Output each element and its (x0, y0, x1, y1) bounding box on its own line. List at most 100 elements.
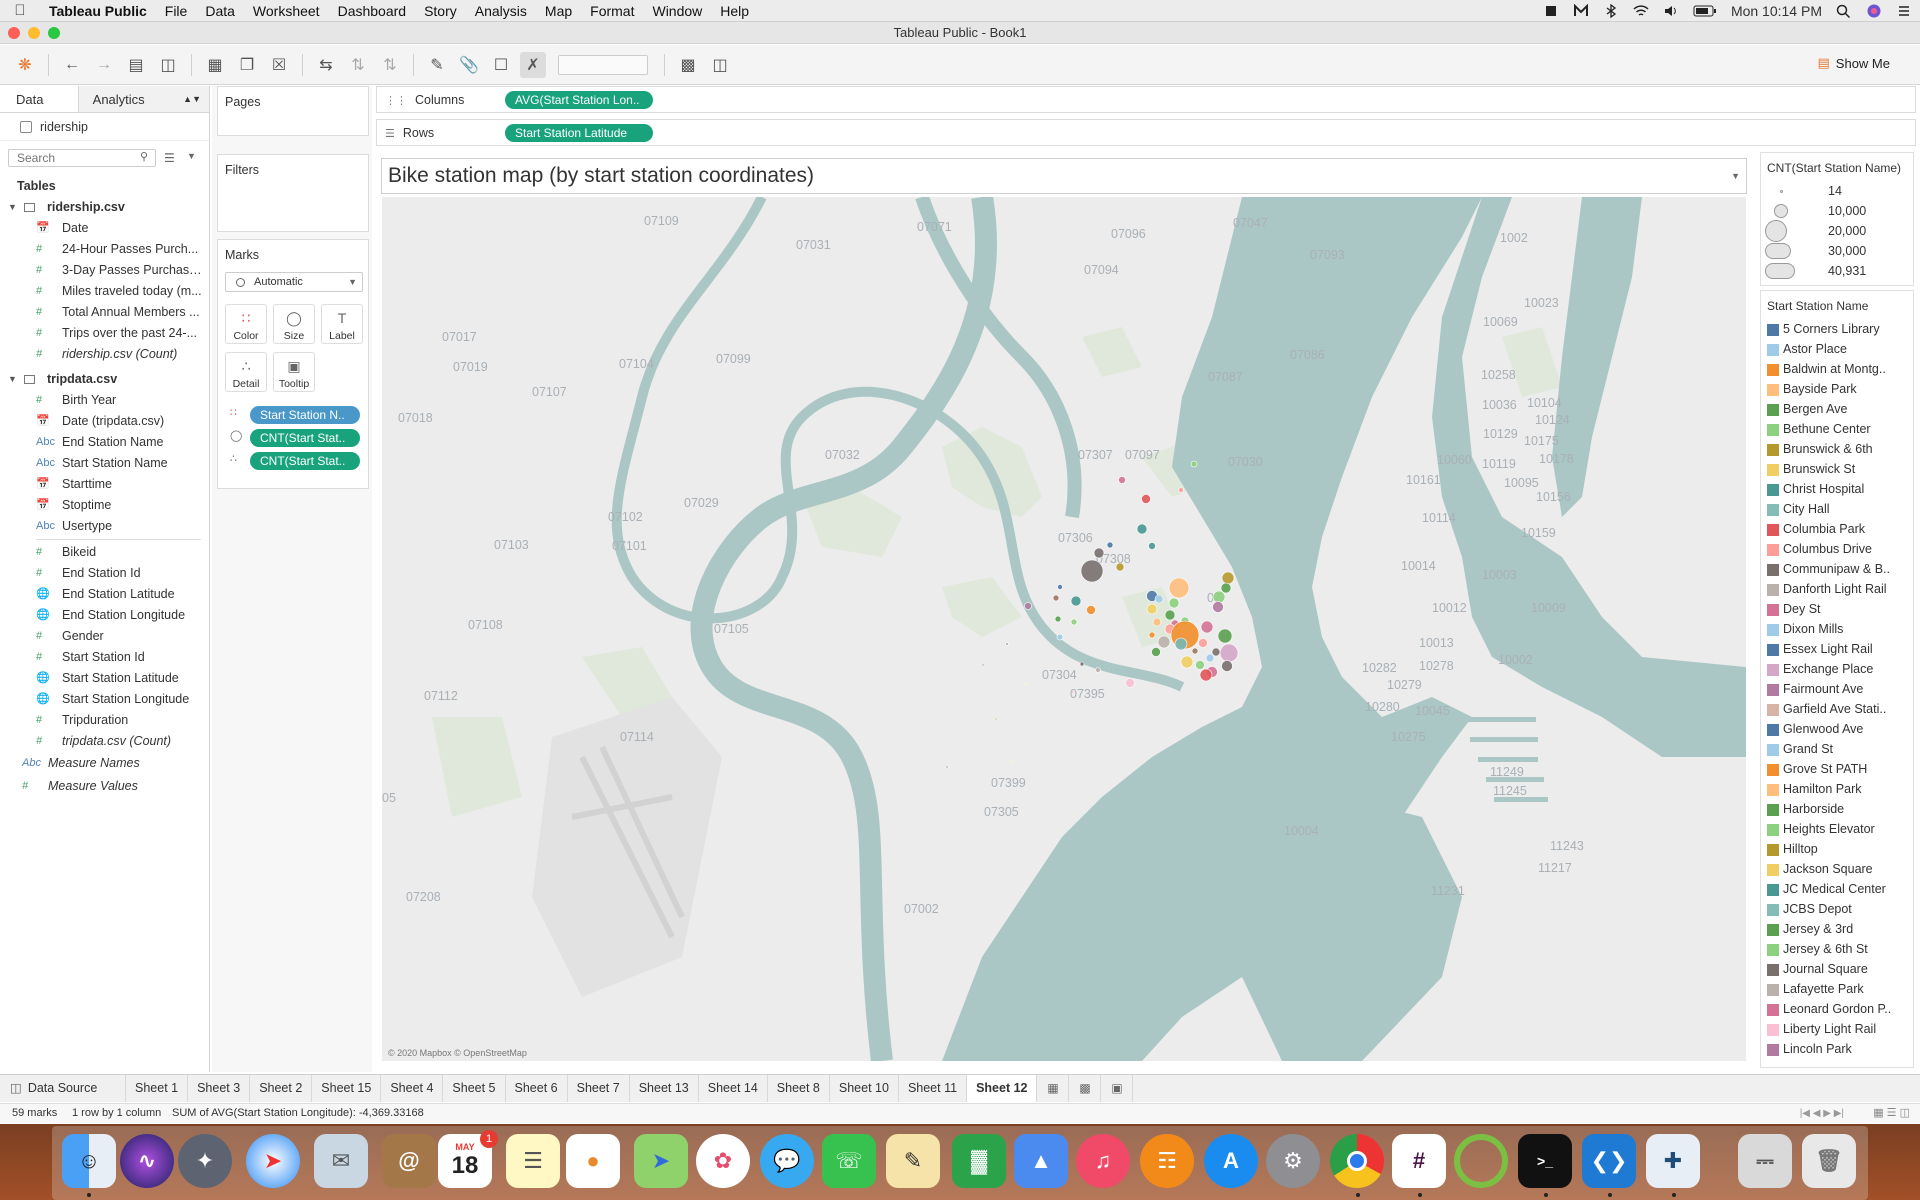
highlight-icon[interactable]: ✎ (424, 52, 450, 78)
field-item[interactable]: # Bikeid (0, 542, 205, 563)
pages-icon[interactable]: ✎ (886, 1134, 940, 1188)
station-mark[interactable] (1221, 660, 1233, 672)
messages-icon[interactable]: 💬 (760, 1134, 814, 1188)
numbers-icon[interactable]: ▓ (952, 1134, 1006, 1188)
size-button[interactable]: ◯ Size (273, 304, 315, 344)
size-pill[interactable]: CNT(Start Stat.. (250, 429, 360, 447)
color-legend-item[interactable]: Grand St (1761, 739, 1913, 759)
color-legend-item[interactable]: Dixon Mills (1761, 619, 1913, 639)
size-legend-item[interactable]: 14 (1761, 181, 1913, 201)
color-legend-item[interactable]: Dey St (1761, 599, 1913, 619)
pages-shelf[interactable]: Pages (217, 86, 369, 136)
color-legend-item[interactable]: Jersey & 3rd (1761, 919, 1913, 939)
station-mark[interactable] (1195, 660, 1205, 670)
color-legend-item[interactable]: Lafayette Park (1761, 979, 1913, 999)
reminders-icon[interactable]: ● (566, 1134, 620, 1188)
station-mark[interactable] (1157, 635, 1171, 649)
rows-shelf[interactable]: ☰ Rows Start Station Latitude (376, 119, 1916, 146)
sheet-tab[interactable]: Sheet 12 (967, 1075, 1038, 1102)
color-legend-item[interactable]: Columbus Drive (1761, 539, 1913, 559)
new-worksheet-icon[interactable]: ▦ (202, 52, 228, 78)
size-legend-item[interactable]: 10,000 (1761, 201, 1913, 221)
size-legend-item[interactable]: 20,000 (1761, 220, 1913, 242)
sheet-tab[interactable]: Sheet 1 (126, 1075, 189, 1102)
sort-ascending-icon[interactable]: ⇅ (345, 52, 371, 78)
status-app-icon[interactable] (1543, 4, 1559, 18)
terminal-icon[interactable]: >_ (1518, 1134, 1572, 1188)
wifi-icon[interactable] (1633, 4, 1649, 18)
station-mark[interactable] (1220, 582, 1232, 594)
field-item[interactable]: 📅 Stoptime (0, 495, 205, 516)
detail-pill[interactable]: CNT(Start Stat.. (250, 452, 360, 470)
menu-worksheet[interactable]: Worksheet (244, 3, 329, 19)
fix-axes-icon[interactable]: ✗ (520, 51, 546, 78)
field-item[interactable]: # tripdata.csv (Count) (0, 731, 205, 752)
color-legend-item[interactable]: JC Medical Center (1761, 879, 1913, 899)
sheet-tab[interactable]: Sheet 4 (381, 1075, 444, 1102)
station-mark[interactable] (1219, 643, 1239, 663)
color-legend-item[interactable]: Exchange Place (1761, 659, 1913, 679)
station-mark[interactable] (1054, 615, 1062, 623)
table-header[interactable]: ▼ tripdata.csv (0, 369, 209, 390)
color-legend-item[interactable]: Hilltop (1761, 839, 1913, 859)
tab-analytics[interactable]: Analytics ▲▼ (77, 86, 209, 113)
station-mark[interactable] (1095, 667, 1101, 673)
siri-icon[interactable] (1866, 4, 1882, 18)
color-legend-item[interactable]: Grove St PATH (1761, 759, 1913, 779)
battery-icon[interactable] (1693, 4, 1717, 18)
field-item[interactable]: # Tripduration (0, 710, 205, 731)
field-item[interactable]: # Birth Year (0, 390, 205, 411)
station-mark[interactable] (994, 717, 998, 721)
color-legend-item[interactable]: Christ Hospital (1761, 479, 1913, 499)
filters-shelf[interactable]: Filters (217, 154, 369, 232)
vscode-icon[interactable]: ❮❯ (1582, 1134, 1636, 1188)
station-mark[interactable] (1141, 494, 1151, 504)
sheet-title[interactable]: Bike station map (by start station coord… (381, 158, 1747, 194)
station-mark[interactable] (1070, 618, 1078, 626)
color-legend-item[interactable]: Bayside Park (1761, 379, 1913, 399)
station-mark[interactable] (1205, 653, 1215, 663)
sort-dropdown-icon[interactable]: ▼ (187, 151, 196, 161)
color-legend-item[interactable]: Garfield Ave Stati.. (1761, 699, 1913, 719)
sheet-tab[interactable]: Sheet 5 (443, 1075, 506, 1102)
sheet-tab[interactable]: Sheet 14 (699, 1075, 768, 1102)
maps-icon[interactable]: ➤ (634, 1134, 688, 1188)
field-item[interactable]: 🌐 End Station Latitude (0, 584, 205, 605)
color-legend-item[interactable]: Brunswick St (1761, 459, 1913, 479)
station-mark[interactable] (1174, 637, 1188, 651)
station-mark[interactable] (1125, 678, 1135, 688)
color-legend-item[interactable]: Journal Square (1761, 959, 1913, 979)
station-mark[interactable] (1164, 609, 1176, 621)
station-mark[interactable] (981, 663, 985, 667)
field-item[interactable]: # End Station Id (0, 563, 205, 584)
station-mark[interactable] (1052, 594, 1060, 602)
color-legend-item[interactable]: Columbia Park (1761, 519, 1913, 539)
contacts-icon[interactable]: @ (382, 1134, 436, 1188)
field-item[interactable]: # Gender (0, 626, 205, 647)
finder-icon[interactable]: ☺ (62, 1134, 116, 1188)
redo-icon[interactable]: → (91, 52, 117, 78)
sheet-tab[interactable]: Sheet 2 (250, 1075, 313, 1102)
color-legend-item[interactable]: Liberty Light Rail (1761, 1019, 1913, 1039)
color-legend-item[interactable]: Glenwood Ave (1761, 719, 1913, 739)
color-legend-item[interactable]: Jackson Square (1761, 859, 1913, 879)
color-button[interactable]: ∷ Color (225, 304, 267, 344)
field-item[interactable]: # ridership.csv (Count) (0, 344, 205, 365)
chevron-down-icon[interactable]: ▼ (8, 369, 17, 390)
field-item[interactable]: 📅 Date (tripdata.csv) (0, 411, 205, 432)
color-legend-item[interactable]: Brunswick & 6th (1761, 439, 1913, 459)
save-icon[interactable]: ▤ (123, 52, 149, 78)
status-m-icon[interactable] (1573, 3, 1589, 18)
menu-file[interactable]: File (156, 3, 197, 19)
presentation-mode-icon[interactable]: ◫ (707, 52, 733, 78)
chevron-down-icon[interactable]: ▼ (1731, 159, 1740, 193)
field-item[interactable]: 🌐 Start Station Longitude (0, 689, 205, 710)
keynote-icon[interactable]: ▲ (1014, 1134, 1068, 1188)
duplicate-sheet-icon[interactable]: ❐ (234, 52, 260, 78)
menu-data[interactable]: Data (196, 3, 244, 19)
field-item[interactable]: 📅 Starttime (0, 474, 205, 495)
station-mark[interactable] (1070, 595, 1082, 607)
pane-menu-icon[interactable]: ▲▼ (183, 86, 201, 113)
books-icon[interactable]: ☶ (1140, 1134, 1194, 1188)
sort-descending-icon[interactable]: ⇅ (377, 52, 403, 78)
